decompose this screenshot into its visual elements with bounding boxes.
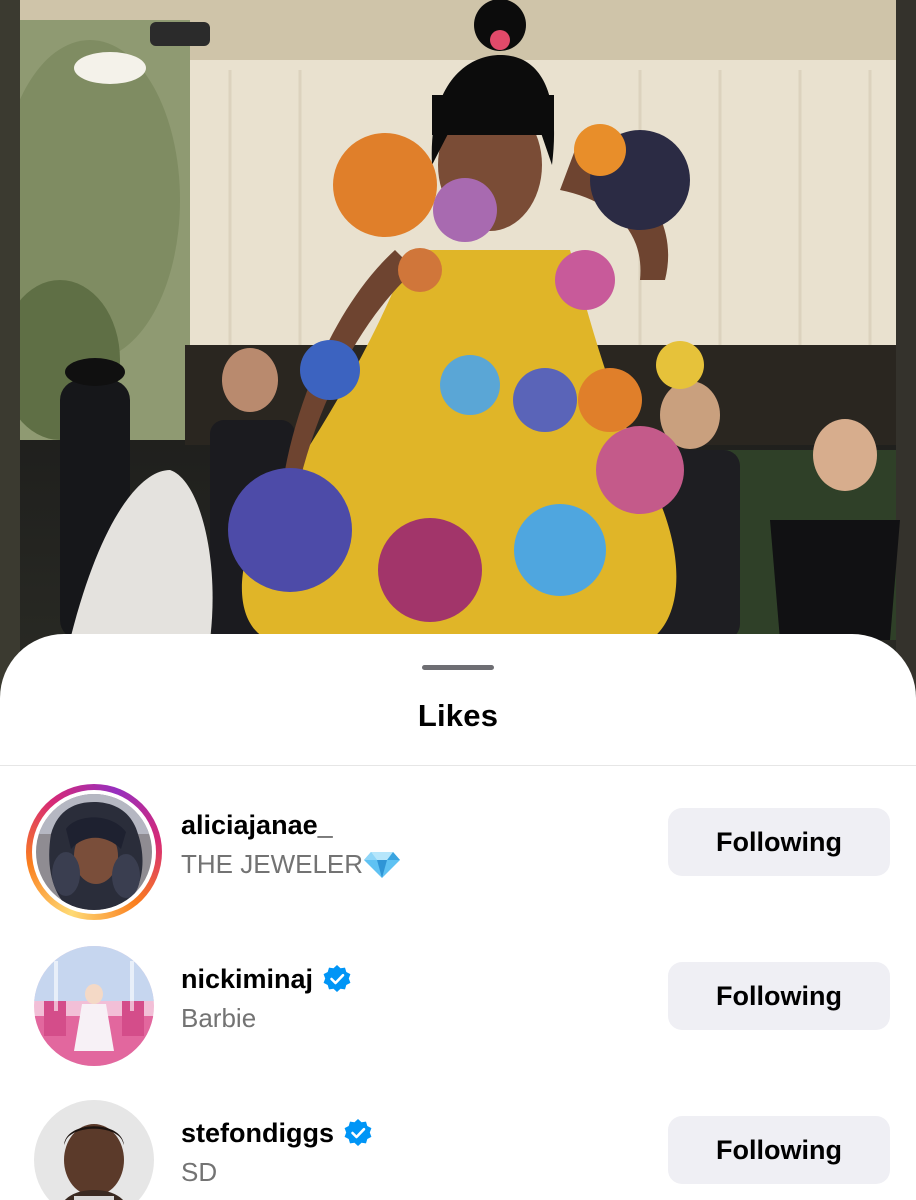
user-text: nickiminaj Barbie — [181, 962, 352, 1034]
user-fullname: SD — [181, 1156, 218, 1187]
sheet-title: Likes — [417, 698, 499, 733]
post-photo-illustration — [0, 0, 916, 700]
following-button[interactable]: Following — [668, 1116, 890, 1184]
gem-icon — [363, 849, 401, 879]
sheet-grabber-handle[interactable] — [422, 665, 494, 670]
following-button[interactable]: Following — [668, 962, 890, 1030]
like-list-item[interactable]: stefondiggs SD Following — [0, 1086, 916, 1200]
user-fullname: Barbie — [181, 1002, 257, 1033]
sheet-divider — [0, 765, 916, 766]
user-fullname: THE JEWELER — [181, 848, 364, 879]
post-photo — [0, 0, 916, 700]
avatar-image — [34, 946, 154, 1066]
username[interactable]: aliciajanae_ — [181, 810, 333, 841]
avatar[interactable] — [34, 1100, 154, 1200]
avatar[interactable] — [36, 794, 152, 910]
username[interactable]: nickiminaj — [181, 964, 313, 995]
following-button[interactable]: Following — [668, 808, 890, 876]
user-text: aliciajanae_ THE JEWELER — [181, 808, 401, 880]
likes-sheet: Likes aliciajanae_ THE JEWELER Following… — [0, 634, 916, 1200]
avatar-wrapper[interactable] — [26, 1092, 162, 1200]
story-ring[interactable] — [26, 784, 162, 920]
likes-screen: Likes aliciajanae_ THE JEWELER Following… — [0, 0, 916, 1200]
like-list-item[interactable]: aliciajanae_ THE JEWELER Following — [0, 778, 916, 928]
avatar-image — [34, 1100, 154, 1200]
avatar-wrapper[interactable] — [26, 938, 162, 1074]
like-list-item[interactable]: nickiminaj Barbie Following — [0, 932, 916, 1082]
username[interactable]: stefondiggs — [181, 1118, 334, 1149]
avatar[interactable] — [34, 946, 154, 1066]
verified-badge-icon — [343, 1118, 373, 1148]
verified-badge-icon — [322, 964, 352, 994]
user-text: stefondiggs SD — [181, 1116, 373, 1188]
avatar-image — [36, 794, 152, 910]
